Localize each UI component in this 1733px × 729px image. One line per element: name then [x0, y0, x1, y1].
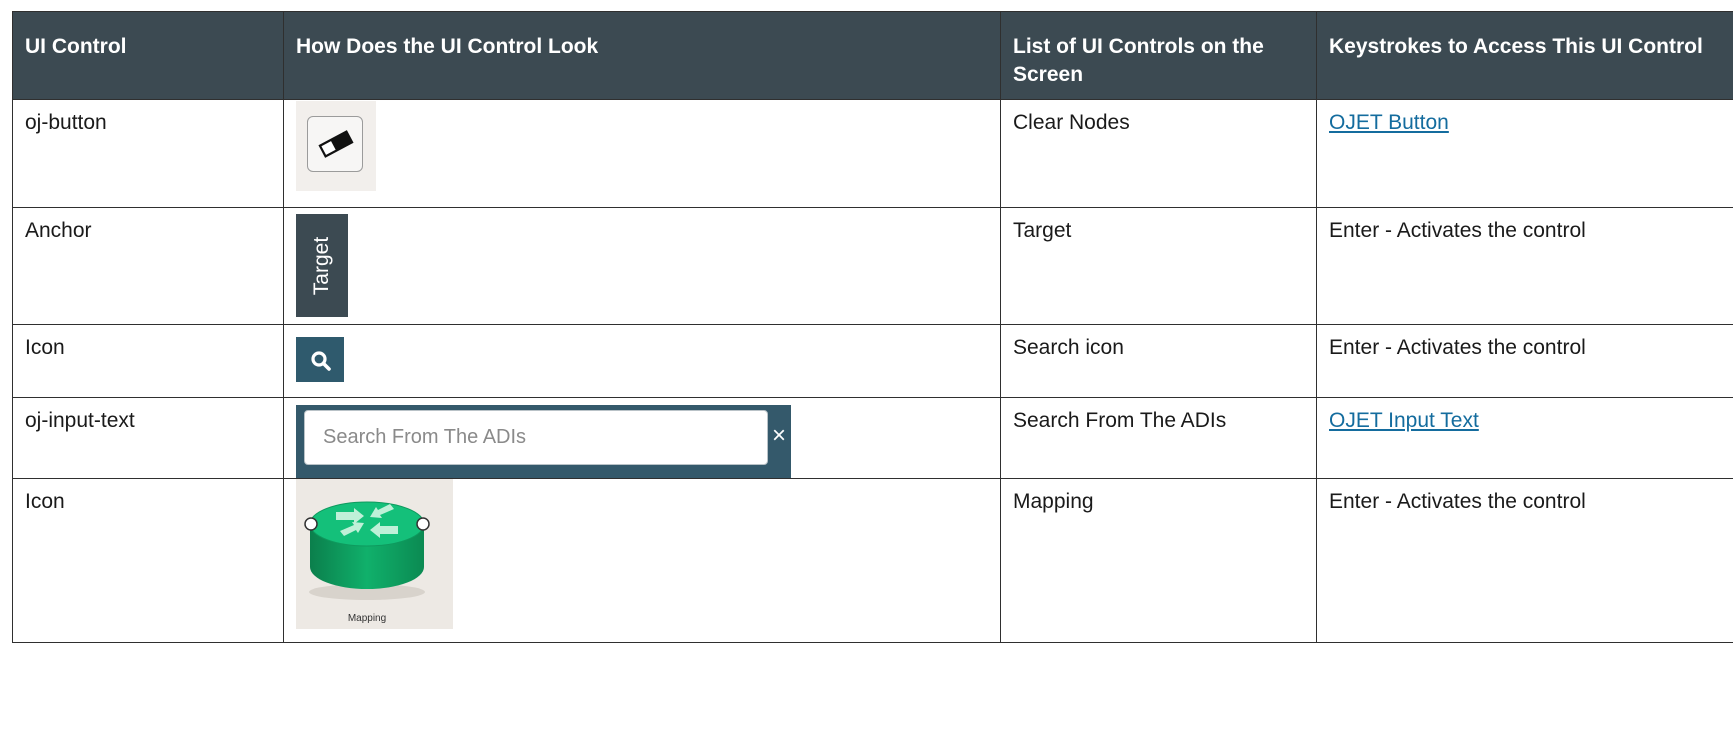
- cell-screen-control: Target: [1000, 207, 1317, 325]
- search-icon: [311, 351, 331, 371]
- cell-screen-control: Mapping: [1000, 478, 1317, 643]
- cell-control-look: [283, 324, 1001, 398]
- table-row: oj-button Clear Nodes OJET Button: [12, 99, 1733, 208]
- cell-control-look: Search From The ADIs ×: [283, 397, 1001, 479]
- cell-screen-control: Clear Nodes: [1000, 99, 1317, 208]
- header-ui-control: UI Control: [12, 11, 284, 100]
- search-adis-input-sample: Search From The ADIs ×: [296, 405, 791, 478]
- ojet-input-text-link[interactable]: OJET Input Text: [1329, 409, 1479, 432]
- cell-control-type: oj-input-text: [12, 397, 284, 479]
- search-icon-sample: [296, 337, 344, 382]
- cell-keystrokes: Enter - Activates the control: [1316, 207, 1733, 325]
- cell-control-type: oj-button: [12, 99, 284, 208]
- mapping-icon: [304, 501, 430, 600]
- cell-control-look: Target: [283, 207, 1001, 325]
- clear-icon: ×: [772, 422, 787, 449]
- ojet-button-link[interactable]: OJET Button: [1329, 111, 1449, 134]
- clear-nodes-button-sample: [296, 101, 376, 191]
- mapping-icon-sample: Mapping: [296, 479, 453, 629]
- header-keystrokes: Keystrokes to Access This UI Control: [1316, 11, 1733, 100]
- cell-screen-control: Search From The ADIs: [1000, 397, 1317, 479]
- table-row: Icon Search icon Enter - Activates the c…: [12, 324, 1733, 398]
- mapping-icon-caption: Mapping: [347, 613, 387, 624]
- eraser-icon: [318, 130, 354, 158]
- table-row: Anchor Target Target Enter - Activates t…: [12, 207, 1733, 325]
- ui-controls-table-container: UI Control How Does the UI Control Look …: [12, 11, 1733, 643]
- header-screen-controls: List of UI Controls on the Screen: [1000, 11, 1317, 100]
- ui-controls-table: UI Control How Does the UI Control Look …: [12, 11, 1733, 643]
- cell-screen-control: Search icon: [1000, 324, 1317, 398]
- search-adis-input: Search From The ADIs: [304, 410, 768, 465]
- cell-control-look: [283, 99, 1001, 208]
- table-row: Icon Mapping Mapping Enter - Activates t…: [12, 478, 1733, 643]
- cell-keystrokes: Enter - Activates the control: [1316, 478, 1733, 643]
- cell-control-type: Icon: [12, 324, 284, 398]
- cell-control-type: Icon: [12, 478, 284, 643]
- target-anchor-sample: Target: [296, 214, 348, 317]
- cell-keystrokes: OJET Input Text: [1316, 397, 1733, 479]
- header-control-look: How Does the UI Control Look: [283, 11, 1001, 100]
- table-row: oj-input-text Search From The ADIs × Sea…: [12, 397, 1733, 479]
- cell-control-look: Mapping: [283, 478, 1001, 643]
- target-anchor-label: Target: [310, 236, 333, 295]
- cell-keystrokes: Enter - Activates the control: [1316, 324, 1733, 398]
- cell-control-type: Anchor: [12, 207, 284, 325]
- cell-keystrokes: OJET Button: [1316, 99, 1733, 208]
- table-header-row: UI Control How Does the UI Control Look …: [12, 11, 1733, 100]
